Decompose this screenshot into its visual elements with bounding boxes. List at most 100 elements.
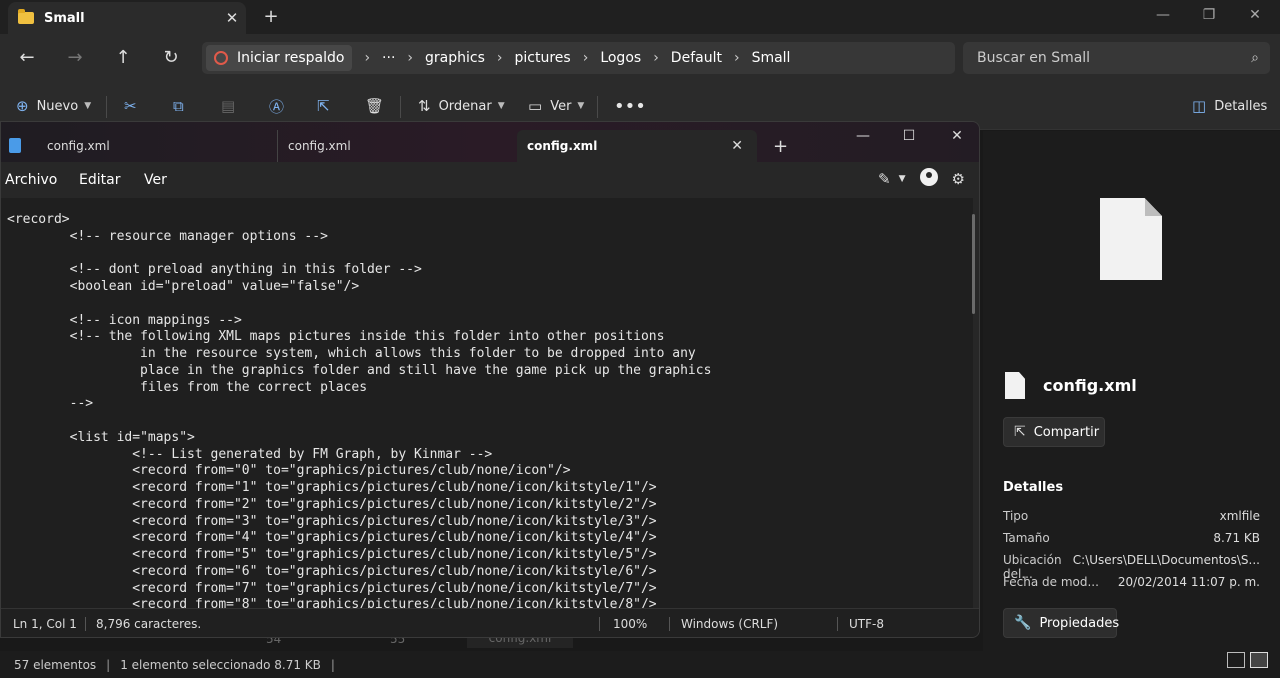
details-pane-icon: ◫ [1192, 97, 1207, 115]
divider [106, 96, 107, 118]
back-button[interactable]: ← [12, 44, 42, 72]
notepad-close-button[interactable]: ✕ [937, 128, 977, 144]
backup-icon [214, 51, 228, 65]
paste-button[interactable]: ▤ [221, 94, 243, 118]
close-tab-icon[interactable]: ✕ [218, 9, 246, 27]
explorer-status-bar: 57 elementos | 1 elemento seleccionado 8… [0, 651, 1280, 678]
scissors-icon: ✂ [124, 97, 137, 115]
sort-button[interactable]: ⇅ Ordenar ▼ [418, 94, 505, 118]
minimize-button[interactable]: — [1140, 4, 1186, 28]
breadcrumb-graphics[interactable]: graphics [425, 50, 485, 66]
chevron-down-icon: ▼ [577, 101, 585, 111]
text-editor[interactable]: <record> <!-- resource manager options -… [1, 198, 973, 608]
zoom-level[interactable]: 100% [613, 617, 647, 631]
details-row-label: Tipo [1003, 509, 1029, 523]
chevron-right-icon: › [582, 50, 589, 66]
search-icon: ⌕ [1251, 50, 1259, 66]
notepad-status-bar: Ln 1, Col 1 8,796 caracteres. 100% Windo… [1, 608, 979, 637]
share-icon: ⇱ [1014, 424, 1026, 440]
notepad-maximize-button[interactable]: ☐ [889, 128, 929, 144]
view-switcher [1222, 652, 1268, 668]
menu-file[interactable]: Archivo [5, 172, 57, 188]
encoding[interactable]: UTF-8 [849, 617, 884, 631]
forward-button[interactable]: → [60, 44, 90, 72]
chevron-right-icon: › [364, 50, 371, 66]
share-icon: ⇱ [317, 97, 330, 115]
breadcrumb-small[interactable]: Small [752, 50, 791, 66]
file-icon [1005, 372, 1025, 399]
clipboard-icon: ▤ [221, 97, 236, 115]
share-label: Compartir [1033, 424, 1100, 440]
notepad-title-bar: config.xml config.xml config.xml ✕ + — ☐… [1, 122, 979, 162]
details-file-name: config.xml [1043, 376, 1137, 395]
tiles-view-icon[interactable] [1250, 652, 1268, 668]
breadcrumb-logos[interactable]: Logos [600, 50, 641, 66]
settings-gear-icon[interactable]: ⚙ [952, 170, 965, 188]
details-button[interactable]: ◫ Detalles [1192, 94, 1267, 118]
close-window-button[interactable]: ✕ [1232, 4, 1278, 28]
more-options-button[interactable]: ••• [614, 94, 646, 118]
backup-label: Iniciar respaldo [237, 50, 345, 66]
breadcrumb-pictures[interactable]: pictures [515, 50, 571, 66]
details-row: Fecha de mod... 20/02/2014 11:07 p. m. [1003, 575, 1260, 589]
line-ending[interactable]: Windows (CRLF) [681, 617, 778, 631]
chevron-down-icon[interactable]: ▼ [899, 174, 906, 184]
new-button[interactable]: ⊕ Nuevo ▼ [16, 94, 91, 118]
close-tab-icon[interactable]: ✕ [731, 138, 743, 154]
view-icon: ▭ [528, 97, 543, 115]
refresh-button[interactable]: ↻ [156, 44, 186, 72]
ellipsis-icon: ••• [614, 95, 646, 117]
file-preview-icon [1100, 198, 1162, 280]
properties-button[interactable]: 🔧 Propiedades [1003, 608, 1120, 638]
menu-view[interactable]: Ver [144, 172, 167, 188]
notepad-tab[interactable]: config.xml [37, 130, 277, 162]
share-button[interactable]: ⇱ Compartir [1003, 417, 1105, 447]
menu-edit[interactable]: Editar [79, 172, 120, 188]
notepad-window: config.xml config.xml config.xml ✕ + — ☐… [0, 121, 980, 638]
sort-icon: ⇅ [418, 97, 431, 115]
selection-info: 1 elemento seleccionado 8.71 KB [120, 657, 321, 672]
up-button[interactable]: ↑ [108, 44, 138, 72]
new-tab-button[interactable]: + [773, 136, 788, 157]
notepad-tab[interactable]: config.xml [277, 130, 517, 162]
delete-button[interactable]: 🗑 [365, 94, 392, 118]
divider [400, 96, 401, 118]
view-button[interactable]: ▭ Ver ▼ [528, 94, 584, 118]
details-row-value: 20/02/2014 11:07 p. m. [1117, 575, 1260, 589]
new-tab-button[interactable]: + [258, 6, 284, 28]
address-row: ← → ↑ ↻ Iniciar respaldo › ··· › graphic… [0, 34, 1280, 82]
details-row: Tipo xmlfile [1003, 509, 1260, 523]
account-button[interactable] [919, 168, 938, 190]
breadcrumb-default[interactable]: Default [671, 50, 722, 66]
share-button[interactable]: ⇱ [317, 94, 338, 118]
chevron-right-icon: › [733, 50, 740, 66]
details-view-icon[interactable] [1227, 652, 1245, 668]
notepad-app-icon [9, 138, 21, 153]
avatar [919, 168, 938, 186]
item-count: 57 elementos [14, 657, 97, 672]
trash-icon: 🗑 [365, 97, 385, 115]
maximize-button[interactable]: ❐ [1186, 4, 1232, 28]
copy-button[interactable]: ⧉ [173, 94, 192, 118]
backup-chip[interactable]: Iniciar respaldo [206, 45, 353, 71]
explorer-tab[interactable]: Small ✕ [8, 2, 246, 34]
breadcrumb-more[interactable]: ··· [382, 50, 395, 66]
properties-label: Propiedades [1039, 615, 1120, 631]
details-row-value: 8.71 KB [1213, 531, 1260, 545]
sort-label: Ordenar [438, 98, 492, 114]
vertical-scrollbar[interactable] [972, 214, 975, 314]
editor-content: <record> <!-- resource manager options -… [7, 212, 712, 608]
chevron-right-icon: › [407, 50, 414, 66]
search-box[interactable]: Buscar en Small ⌕ [963, 42, 1270, 74]
cut-button[interactable]: ✂ [124, 94, 145, 118]
search-input[interactable]: Buscar en Small [977, 50, 1240, 66]
notepad-tab-active[interactable]: config.xml ✕ [517, 130, 757, 162]
address-bar[interactable]: Iniciar respaldo › ··· › graphics › pict… [202, 42, 955, 74]
notepad-minimize-button[interactable]: — [843, 128, 883, 144]
details-row: Tamaño 8.71 KB [1003, 531, 1260, 545]
rename-button[interactable]: Ⓐ [269, 94, 292, 118]
notepad-tab-label: config.xml [47, 139, 110, 153]
chevron-down-icon: ▼ [497, 101, 505, 111]
copilot-pen-icon[interactable]: ✎ [878, 170, 891, 188]
view-label: Ver [550, 98, 572, 114]
